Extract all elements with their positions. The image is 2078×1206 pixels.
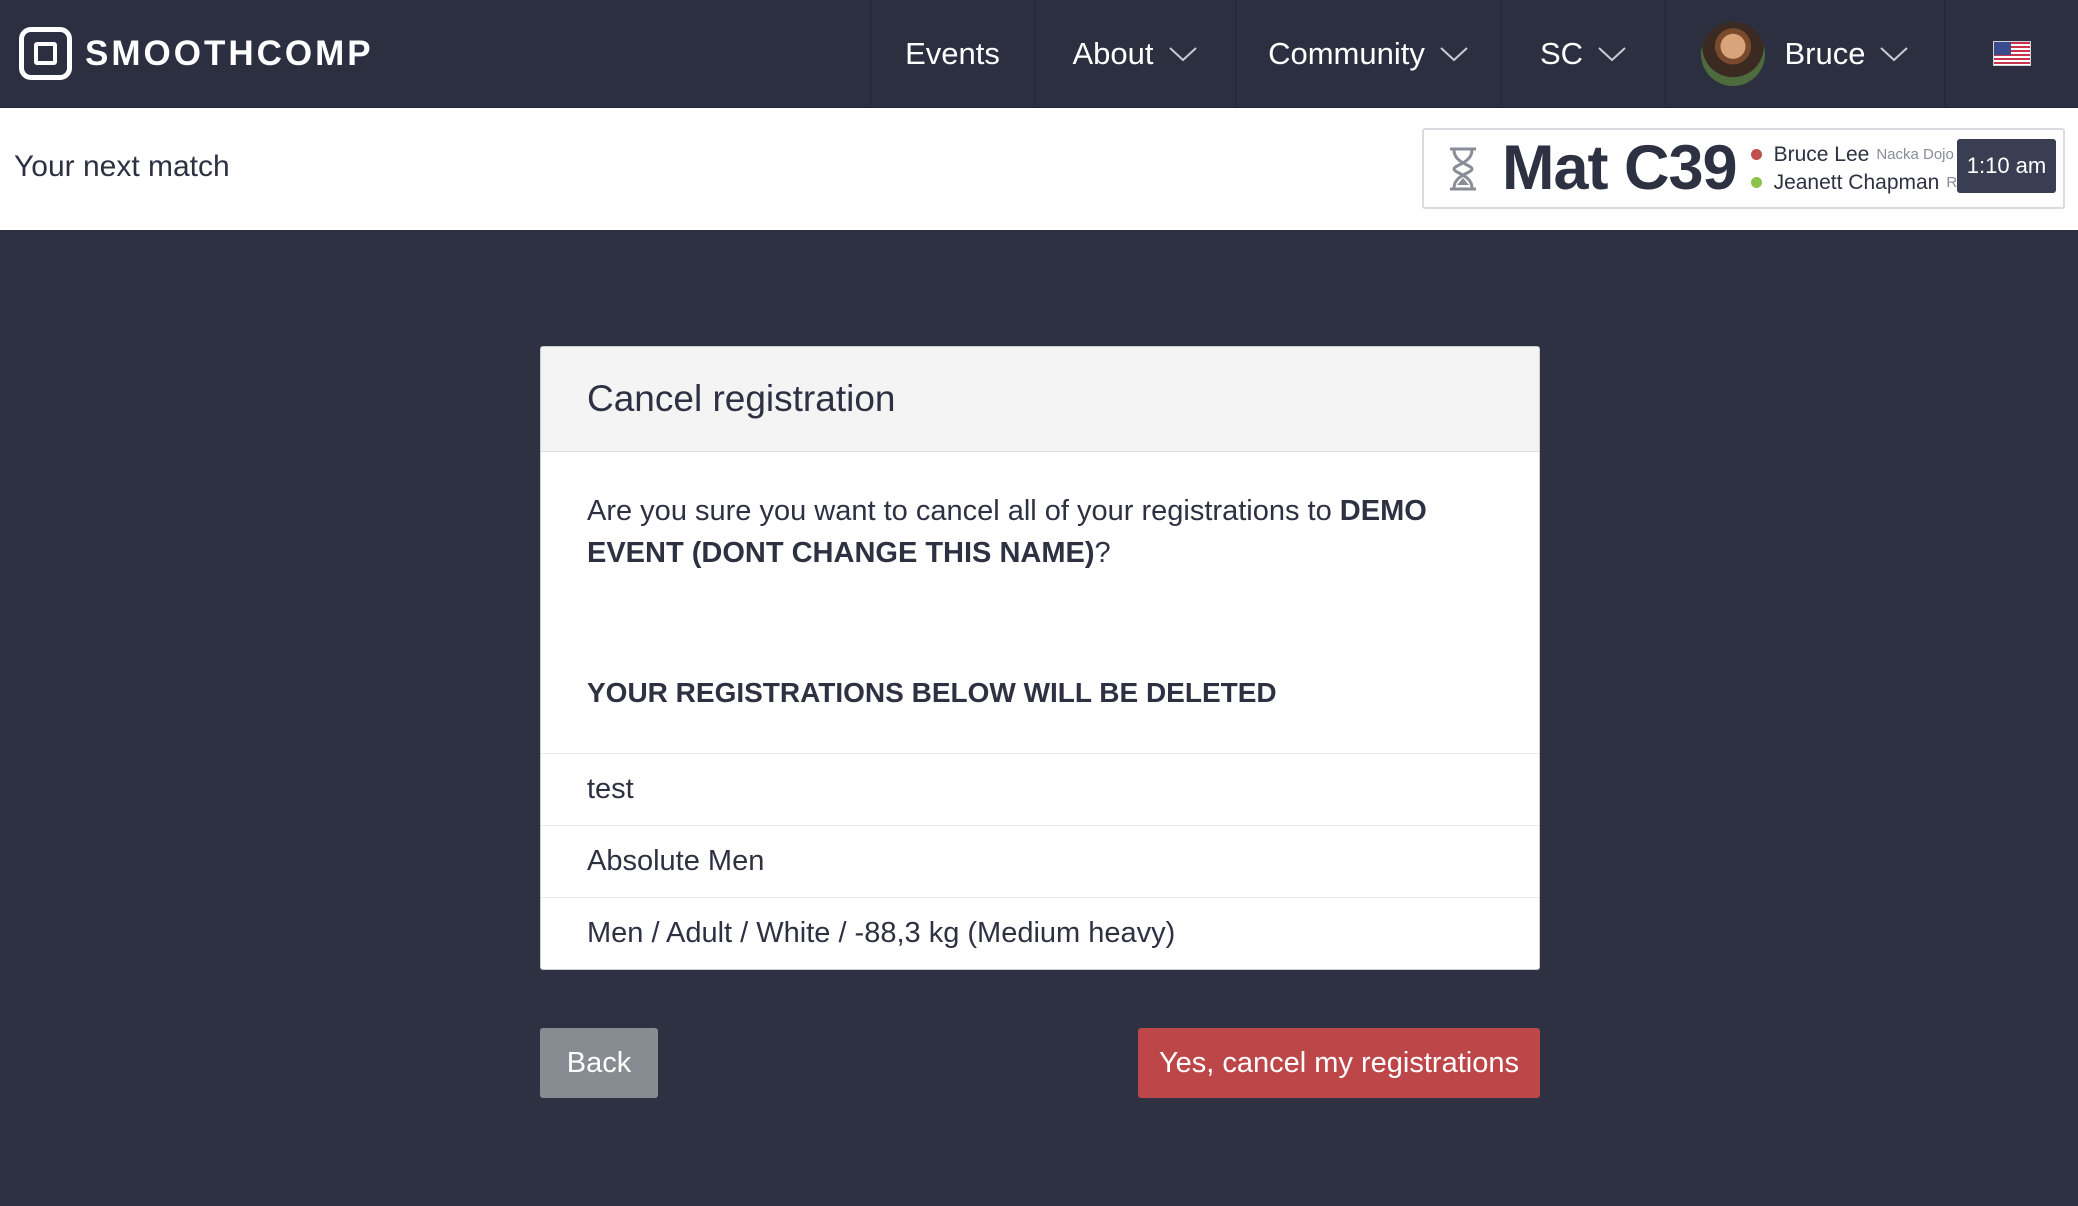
competitor-color-dot (1750, 177, 1762, 188)
competitor-row: Bruce Lee Nacka Dojo IF (1750, 142, 1981, 167)
mat-name: Mat C39 (1502, 133, 1738, 203)
top-navbar: SMOOTHCOMP Events About Community SC Bru… (0, 0, 2078, 108)
confirm-cancel-button[interactable]: Yes, cancel my registrations (1138, 1028, 1540, 1098)
panel-body: Are you sure you want to cancel all of y… (541, 452, 1539, 709)
chevron-down-icon (1879, 46, 1909, 62)
avatar (1700, 21, 1765, 86)
nav-user-name: Bruce (1784, 35, 1866, 71)
nav-events[interactable]: Events (870, 0, 1034, 107)
nav-events-label: Events (905, 35, 1000, 71)
brand-name: SMOOTHCOMP (85, 33, 374, 73)
nav-community-dropdown[interactable]: Community (1235, 0, 1501, 107)
nav-sc-dropdown[interactable]: SC (1501, 0, 1665, 107)
us-flag-icon (1992, 41, 2031, 66)
next-match-label: Your next match (14, 150, 230, 183)
competitor-row: Jeanett Chapman Ri… (1750, 170, 1981, 195)
language-selector[interactable] (1944, 0, 2078, 107)
smoothcomp-logo-icon (19, 27, 72, 80)
hourglass-icon (1450, 147, 1476, 190)
competitor-name: Bruce Lee (1773, 142, 1870, 166)
match-time-badge: 1:10 am (1957, 139, 2056, 193)
competitor-name: Jeanett Chapman (1773, 170, 1940, 194)
list-item: Absolute Men (541, 825, 1539, 897)
back-button[interactable]: Back (540, 1028, 658, 1098)
nav-user-menu[interactable]: Bruce (1665, 0, 1944, 107)
chevron-down-icon (1439, 46, 1469, 62)
question-prefix: Are you sure you want to cancel all of y… (587, 495, 1340, 527)
list-item: test (541, 753, 1539, 825)
competitors: Bruce Lee Nacka Dojo IF Jeanett Chapman … (1750, 142, 1981, 195)
nav-community-label: Community (1268, 35, 1425, 71)
cancel-registration-panel: Cancel registration Are you sure you wan… (540, 346, 1540, 970)
panel-title: Cancel registration (541, 347, 1539, 452)
competitor-color-dot (1750, 149, 1762, 160)
list-item: Men / Adult / White / -88,3 kg (Medium h… (541, 897, 1539, 969)
nav-menu: Events About Community SC Bruce (870, 0, 2078, 107)
brand[interactable]: SMOOTHCOMP (0, 0, 870, 107)
chevron-down-icon (1168, 46, 1198, 62)
registrations-list: test Absolute Men Men / Adult / White / … (541, 753, 1539, 969)
nav-about-dropdown[interactable]: About (1034, 0, 1235, 107)
confirmation-question: Are you sure you want to cancel all of y… (587, 490, 1447, 574)
nav-about-label: About (1072, 35, 1154, 71)
next-match-bar: Your next match Mat C39 Bruce Lee Nacka … (0, 108, 2078, 230)
chevron-down-icon (1597, 46, 1627, 62)
nav-sc-label: SC (1539, 35, 1584, 71)
deleted-registrations-heading: YOUR REGISTRATIONS BELOW WILL BE DELETED (587, 677, 1277, 708)
question-suffix: ? (1094, 537, 1111, 569)
next-match-card[interactable]: Mat C39 Bruce Lee Nacka Dojo IF Jeanett … (1422, 128, 2065, 209)
